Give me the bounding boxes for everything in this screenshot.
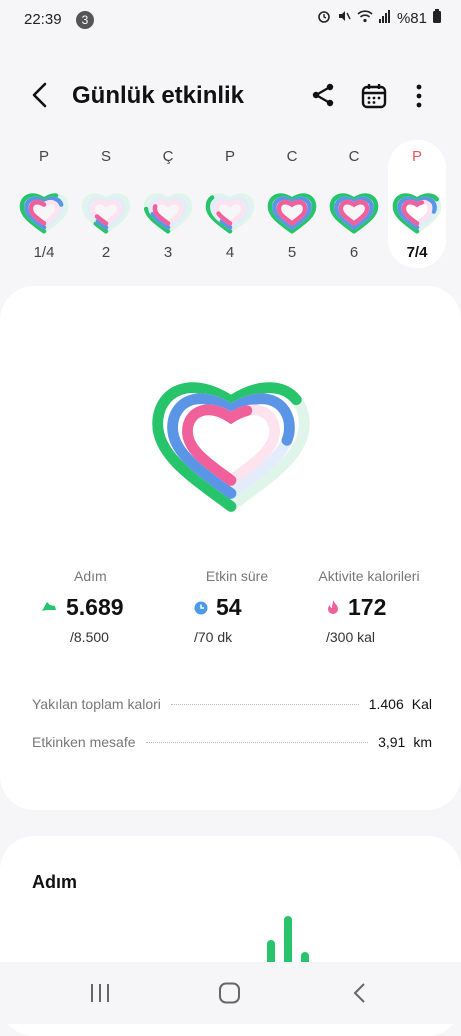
activity-ring-icon xyxy=(205,186,255,236)
calories-stat: Aktivite kalorileri 172 /300 kal xyxy=(292,568,446,645)
activity-ring-icon xyxy=(81,186,131,236)
steps-value: 5.689 xyxy=(66,594,124,620)
active-distance-value: 3,91 xyxy=(378,734,406,750)
clock-icon xyxy=(194,594,208,621)
day-number: 7/4 xyxy=(406,244,428,261)
battery-percent: %81 xyxy=(396,9,427,27)
battery-icon xyxy=(433,9,441,27)
page-title: Günlük etkinlik xyxy=(72,82,245,109)
day-item[interactable]: C 5 xyxy=(263,140,321,268)
dotted-leader xyxy=(145,741,369,743)
activity-ring-icon xyxy=(267,186,317,236)
day-item[interactable]: P 1/4 xyxy=(15,140,73,268)
mute-icon xyxy=(337,9,351,27)
day-number: 1/4 xyxy=(33,244,55,261)
total-calories-unit: Kal xyxy=(411,696,432,712)
system-nav-bar xyxy=(0,962,461,1024)
alarm-icon xyxy=(317,9,331,27)
day-of-week: C xyxy=(286,148,298,165)
status-bar: 22:39 3 %81 xyxy=(0,0,461,40)
steps-card-title: Adım xyxy=(32,872,77,892)
back-nav-icon[interactable] xyxy=(350,982,370,1009)
calories-value: 172 xyxy=(348,594,387,620)
day-of-week: P xyxy=(224,148,235,165)
day-of-week: C xyxy=(348,148,360,165)
activity-summary-card: Adım 5.689 /8.500 Etkin süre 54 /70 dk A… xyxy=(0,286,461,810)
activity-ring-icon xyxy=(19,186,69,236)
day-item[interactable]: P 4 xyxy=(201,140,259,268)
day-of-week: S xyxy=(100,148,111,165)
activity-ring-icon xyxy=(143,186,193,236)
share-icon[interactable] xyxy=(308,80,338,110)
dotted-leader xyxy=(170,703,359,705)
active-time-goal: /70 dk xyxy=(194,629,233,645)
active-time-value: 54 xyxy=(216,594,242,620)
notification-count-badge: 3 xyxy=(76,11,94,29)
steps-mini-chart xyxy=(267,916,309,964)
calories-label: Aktivite kalorileri xyxy=(318,568,420,584)
active-time-label: Etkin süre xyxy=(205,568,269,584)
calories-value-row: 172 xyxy=(292,594,446,621)
active-time-stat: Etkin süre 54 /70 dk xyxy=(160,568,314,645)
total-calories-label: Yakılan toplam kalori xyxy=(32,696,161,712)
day-number: 5 xyxy=(287,244,297,261)
active-time-value-row: 54 xyxy=(160,594,314,621)
day-of-week: P xyxy=(411,148,422,165)
total-calories-row: Yakılan toplam kalori 1.406 Kal xyxy=(32,696,432,712)
signal-icon xyxy=(378,9,391,27)
recent-apps-icon[interactable] xyxy=(88,982,112,1009)
day-item-selected[interactable]: P 7/4 xyxy=(388,140,446,268)
clock: 22:39 xyxy=(24,11,62,28)
day-of-week: P xyxy=(38,148,49,165)
back-icon[interactable] xyxy=(26,80,56,110)
status-icons: %81 xyxy=(317,9,441,27)
app-bar: Günlük etkinlik xyxy=(0,70,461,122)
activity-ring-icon xyxy=(329,186,379,236)
wifi-icon xyxy=(357,9,373,27)
active-distance-label: Etkinken mesafe xyxy=(32,734,136,750)
active-distance-unit: km xyxy=(413,734,432,750)
day-of-week: Ç xyxy=(162,148,174,165)
active-distance-row: Etkinken mesafe 3,91 km xyxy=(32,734,432,750)
home-icon[interactable] xyxy=(218,982,242,1009)
day-number: 4 xyxy=(225,244,235,261)
calories-goal: /300 kal xyxy=(326,629,376,645)
day-number: 2 xyxy=(101,244,111,261)
total-calories-value: 1.406 xyxy=(368,696,404,712)
day-item[interactable]: S 2 xyxy=(77,140,135,268)
more-options-icon[interactable] xyxy=(408,80,430,112)
day-item[interactable]: Ç 3 xyxy=(139,140,197,268)
day-selector: P 1/4 S 2 Ç 3 P 4 C 5 C 6 P 7/4 xyxy=(0,140,461,270)
day-item[interactable]: C 6 xyxy=(325,140,383,268)
activity-heart-rings[interactable] xyxy=(138,356,324,522)
day-number: 3 xyxy=(163,244,173,261)
calendar-icon[interactable] xyxy=(358,80,390,112)
flame-icon xyxy=(326,594,340,621)
day-number: 6 xyxy=(349,244,359,261)
shoe-icon xyxy=(40,594,58,621)
activity-ring-icon xyxy=(392,186,442,236)
